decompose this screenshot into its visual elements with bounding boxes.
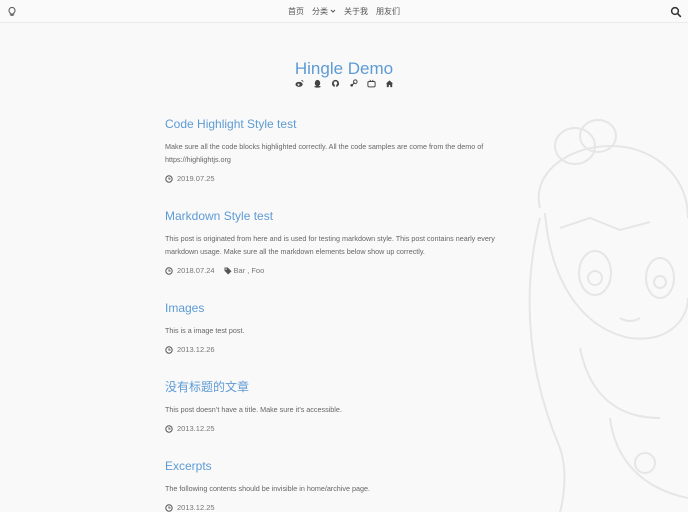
clock-icon — [165, 503, 173, 512]
post-title-link[interactable]: 没有标题的文章 — [165, 380, 510, 394]
post-excerpt: This is a image test post. — [165, 326, 245, 335]
clock-icon — [165, 266, 173, 275]
weibo-icon[interactable] — [294, 79, 304, 88]
clock-icon — [165, 424, 173, 433]
post-excerpt: This post is originated from here and is… — [165, 234, 495, 256]
post-date: 2013.12.26 — [177, 345, 215, 354]
post-meta: 2013.12.25 — [165, 503, 510, 512]
post-item: Excerpts The following contents should b… — [165, 459, 510, 512]
qq-icon[interactable] — [313, 79, 322, 88]
post-date: 2013.12.25 — [177, 424, 215, 433]
post-date: 2013.12.25 — [177, 503, 215, 512]
main-nav: 首页 分类 关于我 朋友们 — [0, 0, 688, 22]
nav-item-friends[interactable]: 朋友们 — [376, 6, 400, 17]
post-meta: 2019.07.25 — [165, 174, 510, 183]
search-icon[interactable] — [670, 5, 682, 18]
tag-link[interactable]: Foo — [251, 266, 264, 275]
tag-separator: , — [247, 266, 250, 275]
post-meta: 2013.12.25 — [165, 424, 510, 433]
post-meta: 2018.07.24 Bar, Foo — [165, 266, 510, 275]
post-item: Markdown Style test This post is origina… — [165, 209, 510, 275]
tag-link[interactable]: Bar — [234, 266, 246, 275]
post-date: 2018.07.24 — [177, 266, 215, 275]
post-excerpt: This post doesn’t have a title. Make sur… — [165, 405, 342, 414]
post-item: 没有标题的文章 This post doesn’t have a title. … — [165, 380, 510, 433]
post-title-link[interactable]: Images — [165, 301, 510, 315]
social-links — [0, 79, 688, 88]
nav-item-home[interactable]: 首页 — [288, 6, 304, 17]
post-item: Code Highlight Style test Make sure all … — [165, 117, 510, 183]
post-title-link[interactable]: Code Highlight Style test — [165, 117, 510, 131]
home-icon[interactable] — [385, 79, 394, 88]
post-excerpt: Make sure all the code blocks highlighte… — [165, 142, 484, 164]
chevron-down-icon — [330, 9, 336, 13]
bilibili-icon[interactable] — [366, 79, 376, 88]
nav-item-categories[interactable]: 分类 — [312, 6, 336, 17]
post-item: Images This is a image test post. 2013.1… — [165, 301, 510, 354]
github-icon[interactable] — [331, 79, 340, 88]
top-navbar: 首页 分类 关于我 朋友们 — [0, 0, 688, 23]
clock-icon — [165, 174, 173, 183]
post-excerpt: The following contents should be invisib… — [165, 484, 370, 493]
nav-item-about[interactable]: 关于我 — [344, 6, 368, 17]
post-title-link[interactable]: Excerpts — [165, 459, 510, 473]
post-date: 2019.07.25 — [177, 174, 215, 183]
nav-item-label: 关于我 — [344, 6, 368, 16]
tags-icon — [224, 267, 232, 274]
post-title-link[interactable]: Markdown Style test — [165, 209, 510, 223]
nav-item-label: 朋友们 — [376, 6, 400, 16]
site-title[interactable]: Hingle Demo — [0, 59, 688, 79]
nav-item-label: 分类 — [312, 6, 328, 16]
steam-icon[interactable] — [349, 79, 358, 88]
nav-item-label: 首页 — [288, 6, 304, 16]
clock-icon — [165, 345, 173, 354]
background-character-illustration — [528, 119, 688, 512]
post-meta: 2013.12.26 — [165, 345, 510, 354]
post-tags: Bar, Foo — [224, 266, 264, 275]
